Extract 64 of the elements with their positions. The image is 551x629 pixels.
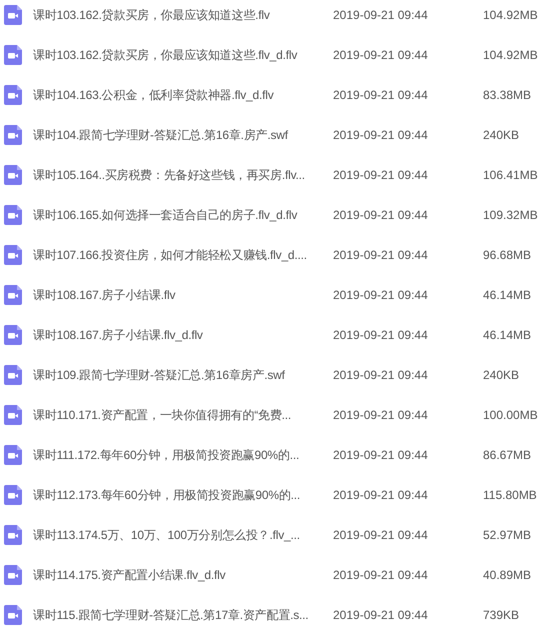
file-name[interactable]: 课时107.166.投资住房，如何才能轻松又赚钱.flv_d.... [33, 246, 333, 264]
file-name[interactable]: 课时109.跟简七学理财-答疑汇总.第16章房产.swf [33, 366, 333, 384]
file-size: 83.38MB [483, 88, 532, 102]
modified-date: 2019-09-21 09:44 [333, 168, 429, 182]
file-size: 104.92MB [483, 8, 538, 22]
modified-date: 2019-09-21 09:44 [333, 368, 429, 382]
file-size: 46.14MB [483, 328, 532, 342]
file-name[interactable]: 课时115.跟简七学理财-答疑汇总.第17章.资产配置.s... [33, 606, 333, 624]
video-file-icon [4, 325, 22, 345]
file-size: 46.14MB [483, 288, 532, 302]
file-name[interactable]: 课时104.163.公积金，低利率贷款神器.flv_d.flv [33, 86, 333, 104]
file-size: 40.89MB [483, 568, 532, 582]
modified-date: 2019-09-21 09:44 [333, 568, 429, 582]
file-size: 240KB [483, 368, 520, 382]
file-size: 106.41MB [483, 168, 538, 182]
modified-date: 2019-09-21 09:44 [333, 328, 429, 342]
video-file-icon [4, 285, 22, 305]
modified-date: 2019-09-21 09:44 [333, 48, 429, 62]
video-file-icon [4, 85, 22, 105]
file-name[interactable]: 课时104.跟简七学理财-答疑汇总.第16章.房产.swf [33, 126, 333, 144]
video-file-icon [4, 125, 22, 145]
video-file-icon [4, 525, 22, 545]
file-name[interactable]: 课时111.172.每年60分钟，用极简投资跑赢90%的... [33, 446, 333, 464]
modified-date: 2019-09-21 09:44 [333, 528, 429, 542]
file-name[interactable]: 课时112.173.每年60分钟，用极简投资跑赢90%的... [33, 486, 333, 504]
video-file-icon [4, 485, 22, 505]
modified-date: 2019-09-21 09:44 [333, 488, 429, 502]
modified-date: 2019-09-21 09:44 [333, 208, 429, 222]
file-size: 52.97MB [483, 528, 532, 542]
video-file-icon [4, 45, 22, 65]
file-size: 100.00MB [483, 408, 538, 422]
video-file-icon [4, 605, 22, 625]
file-size: 115.80MB [483, 488, 537, 502]
video-file-icon [4, 205, 22, 225]
modified-date: 2019-09-21 09:44 [333, 448, 429, 462]
video-file-icon [4, 565, 22, 585]
file-name[interactable]: 课时103.162.贷款买房，你最应该知道这些.flv [33, 6, 333, 24]
video-file-icon [4, 245, 22, 265]
video-file-icon [4, 365, 22, 385]
file-name[interactable]: 课时113.174.5万、10万、100万分别怎么投？.flv_... [33, 526, 333, 544]
file-size: 240KB [483, 128, 520, 142]
file-name[interactable]: 课时114.175.资产配置小结课.flv_d.flv [33, 566, 333, 584]
file-name[interactable]: 课时103.162.贷款买房，你最应该知道这些.flv_d.flv [33, 46, 333, 64]
file-size: 109.32MB [483, 208, 538, 222]
file-size: 96.68MB [483, 248, 532, 262]
file-name[interactable]: 课时106.165.如何选择一套适合自己的房子.flv_d.flv [33, 206, 333, 224]
video-file-icon [4, 5, 22, 25]
file-name[interactable]: 课时108.167.房子小结课.flv [33, 286, 333, 304]
file-name[interactable]: 课时105.164..买房税费：先备好这些钱，再买房.flv... [33, 166, 333, 184]
modified-date: 2019-09-21 09:44 [333, 288, 429, 302]
video-file-icon [4, 165, 22, 185]
modified-date: 2019-09-21 09:44 [333, 248, 429, 262]
file-size: 104.92MB [483, 48, 538, 62]
video-file-icon [4, 445, 22, 465]
file-size: 739KB [483, 608, 520, 622]
modified-date: 2019-09-21 09:44 [333, 608, 429, 622]
modified-date: 2019-09-21 09:44 [333, 8, 429, 22]
modified-date: 2019-09-21 09:44 [333, 128, 429, 142]
file-name[interactable]: 课时108.167.房子小结课.flv_d.flv [33, 326, 333, 344]
modified-date: 2019-09-21 09:44 [333, 408, 429, 422]
video-file-icon [4, 405, 22, 425]
file-size: 86.67MB [483, 448, 532, 462]
modified-date: 2019-09-21 09:44 [333, 88, 429, 102]
file-name[interactable]: 课时110.171.资产配置，一块你值得拥有的“免费... [33, 406, 333, 424]
